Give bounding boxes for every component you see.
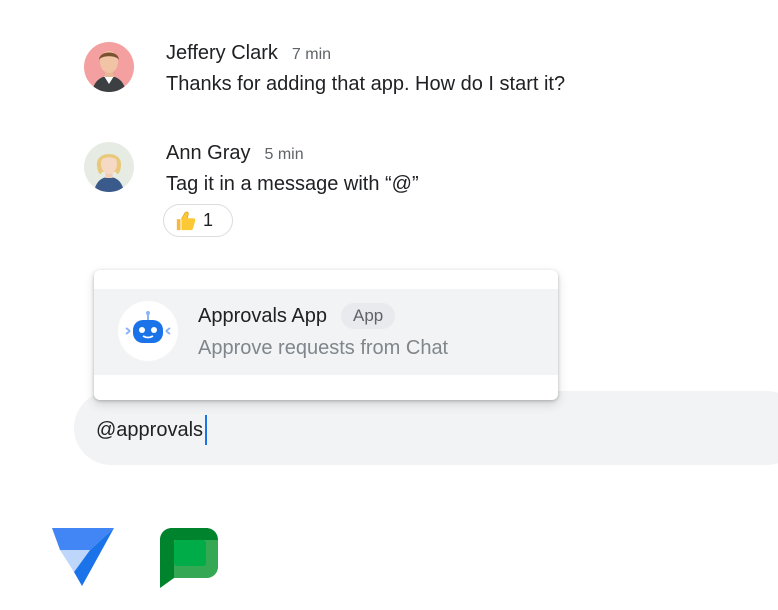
message-text: Tag it in a message with “@” bbox=[166, 173, 419, 195]
suggestion-description: Approve requests from Chat bbox=[198, 337, 449, 359]
reaction-chip[interactable]: 1 bbox=[163, 204, 233, 237]
mention-suggestion-panel: Approvals App App Approve requests from … bbox=[94, 270, 558, 400]
reaction-count: 1 bbox=[203, 210, 214, 230]
bot-avatar bbox=[118, 301, 178, 361]
suggestion-title-row: Approvals App App bbox=[198, 303, 396, 329]
author-name: Jeffery Clark bbox=[166, 42, 278, 64]
suggestion-item-approvals-app[interactable]: Approvals App App Approve requests from … bbox=[94, 289, 558, 375]
app-badge: App bbox=[340, 303, 396, 329]
message-compose-box[interactable]: @approvals bbox=[74, 391, 778, 465]
compose-input[interactable]: @approvals bbox=[96, 415, 208, 445]
thumbs-up-icon bbox=[176, 211, 196, 230]
author-name: Ann Gray bbox=[166, 142, 251, 164]
compose-input-value: @approvals bbox=[96, 418, 204, 441]
appsheet-logo bbox=[52, 528, 114, 586]
message-body: Jeffery Clark 7 min Thanks for adding th… bbox=[166, 42, 565, 96]
message-text: Thanks for adding that app. How do I sta… bbox=[166, 73, 566, 95]
robot-icon bbox=[125, 311, 171, 343]
message-time: 7 min bbox=[291, 46, 332, 63]
text-cursor bbox=[205, 415, 208, 445]
avatar-jeffery-icon bbox=[84, 42, 134, 92]
avatar[interactable] bbox=[84, 142, 134, 192]
message-header: Jeffery Clark 7 min bbox=[166, 42, 565, 68]
avatar-ann-icon bbox=[84, 142, 134, 192]
message-time: 5 min bbox=[264, 146, 304, 163]
message-header: Ann Gray 5 min bbox=[166, 142, 419, 168]
message-body: Ann Gray 5 min Tag it in a message with … bbox=[166, 142, 419, 196]
avatar[interactable] bbox=[84, 42, 134, 92]
google-chat-logo bbox=[160, 528, 218, 588]
suggestion-name: Approvals App bbox=[198, 304, 327, 327]
